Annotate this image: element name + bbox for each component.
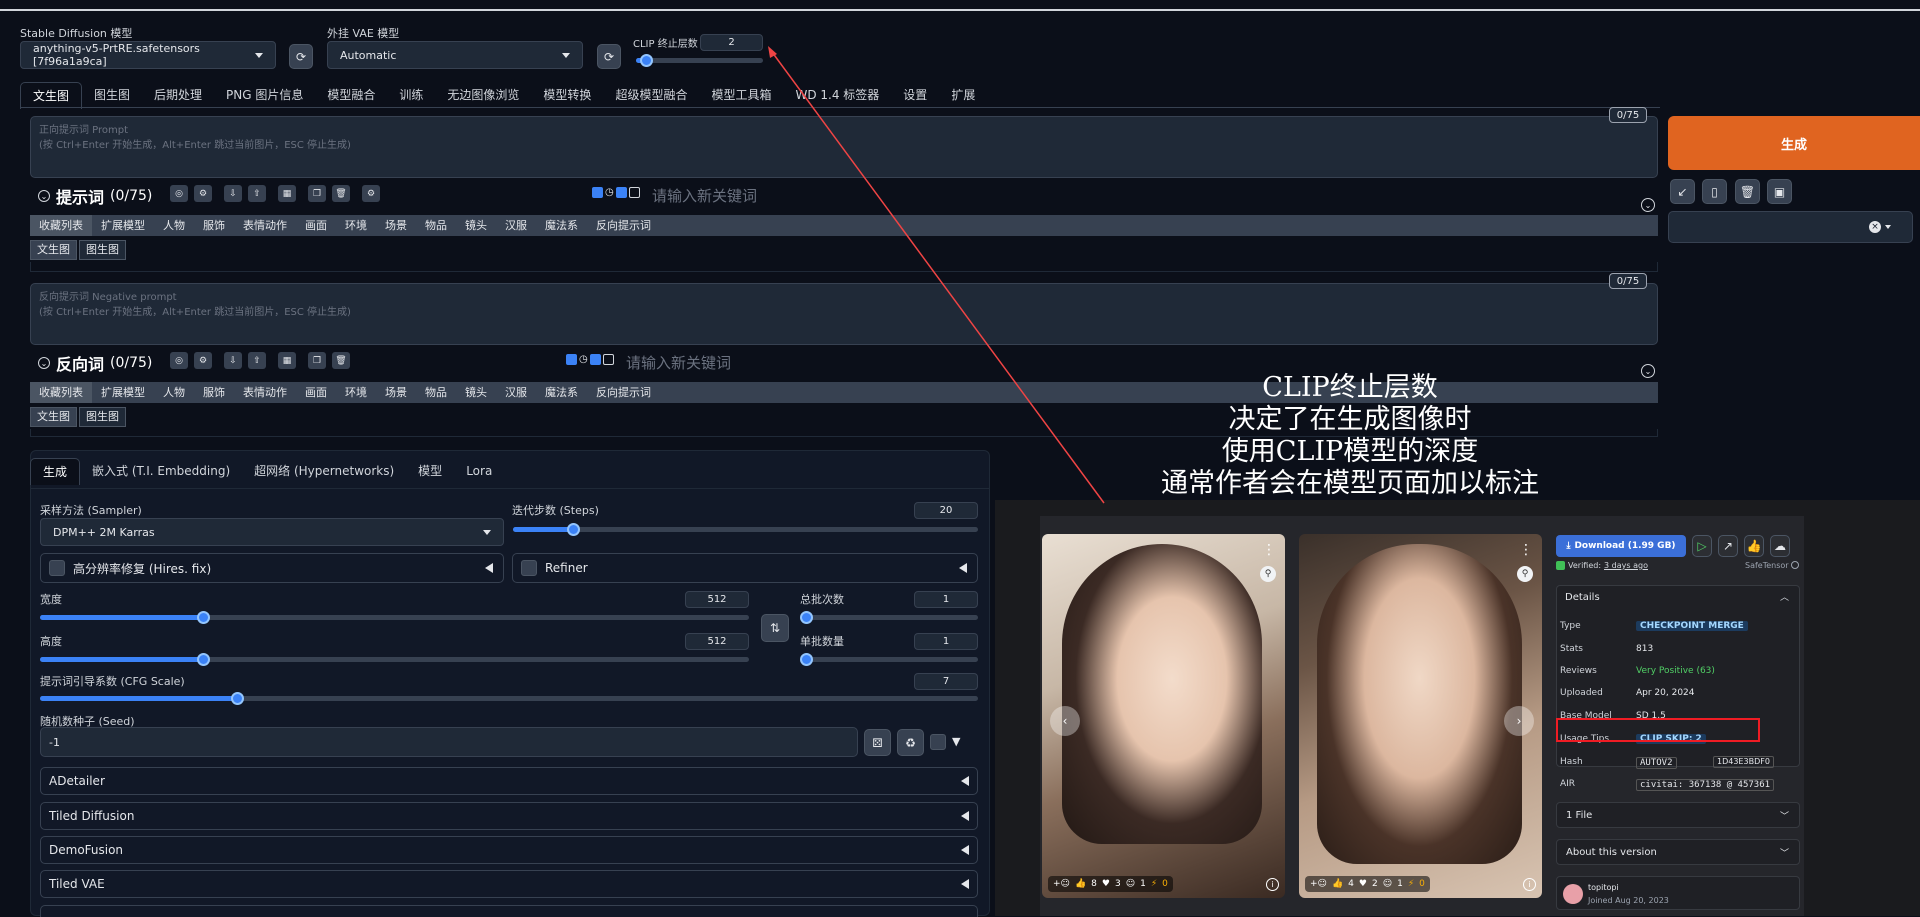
annotation-arrow	[768, 46, 1105, 504]
arrow-line	[771, 51, 1105, 504]
